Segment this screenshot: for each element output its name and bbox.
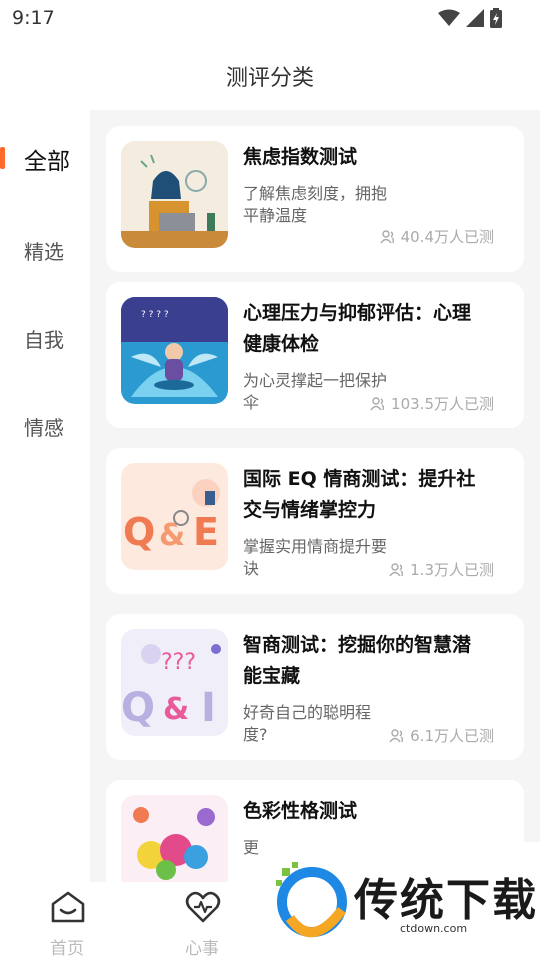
watermark-url: ctdown.com — [400, 922, 468, 935]
test-description: 了解焦虑刻度，拥抱 平静温度 — [243, 183, 418, 227]
test-card[interactable]: Q & E 国际 EQ 情商测试：提升社 交与情绪掌控力 掌握实用情商提升要 诀… — [106, 448, 524, 594]
participant-count: 1.3万人已测 — [389, 559, 494, 580]
users-icon — [389, 562, 404, 576]
heart-pulse-icon — [185, 891, 221, 923]
users-icon — [370, 396, 385, 410]
status-time: 9:17 — [12, 7, 55, 29]
test-thumbnail: ? ? ? ? — [121, 297, 228, 404]
test-description-line: 了解焦虑刻度，拥抱 — [243, 184, 388, 203]
test-title-line: 能宝藏 — [243, 665, 301, 687]
sidebar-item-label: 自我 — [24, 328, 64, 352]
test-title: 色彩性格测试 — [243, 800, 358, 822]
watermark: 传统下载 ctdown.com — [262, 842, 540, 960]
sidebar-item-emotion[interactable]: 情感 — [0, 396, 90, 456]
test-thumbnail: Q & E — [121, 463, 228, 570]
tab-home[interactable]: 首页 — [22, 882, 112, 960]
battery-icon — [490, 8, 502, 28]
sidebar-item-all[interactable]: 全部 — [0, 128, 90, 188]
svg-text:&: & — [159, 518, 185, 553]
sidebar-item-featured[interactable]: 精选 — [0, 220, 90, 280]
test-title: 智商测试：挖掘你的智慧潜 能宝藏 — [243, 630, 505, 692]
tab-mood[interactable]: 心事 — [157, 882, 247, 960]
svg-text:&: & — [163, 692, 189, 727]
svg-text:???: ??? — [161, 650, 196, 675]
users-icon — [389, 728, 404, 742]
test-description-line: 为心灵撑起一把保护 — [243, 371, 388, 390]
svg-text:I: I — [201, 685, 216, 731]
svg-text:Q: Q — [121, 685, 155, 731]
watermark-brand: 传统下载 — [354, 875, 538, 926]
sidebar-item-label: 精选 — [24, 240, 64, 264]
test-thumbnail — [121, 141, 228, 248]
test-thumbnail: ??? Q & I — [121, 629, 228, 736]
test-list[interactable]: 焦虑指数测试 了解焦虑刻度，拥抱 平静温度 40.4万人已测 ? ? ? ? 心… — [90, 110, 540, 882]
test-card[interactable]: 焦虑指数测试 了解焦虑刻度，拥抱 平静温度 40.4万人已测 — [106, 126, 524, 272]
test-title: 心理压力与抑郁评估：心理 健康体检 — [243, 298, 505, 360]
test-card[interactable]: ? ? ? ? 心理压力与抑郁评估：心理 健康体检 为心灵撑起一把保护 伞 10… — [106, 282, 524, 428]
test-title-line: 交与情绪掌控力 — [243, 499, 377, 521]
test-card[interactable]: ??? Q & I 智商测试：挖掘你的智慧潜 能宝藏 好奇自己的聪明程 度? 6… — [106, 614, 524, 760]
wifi-icon — [438, 9, 460, 26]
signal-icon — [466, 9, 484, 27]
status-bar: 9:17 — [0, 0, 540, 36]
test-title-line: 国际 EQ 情商测试：提升社 — [243, 468, 476, 490]
tab-label: 首页 — [50, 939, 84, 959]
tab-label: 心事 — [185, 939, 219, 959]
test-title-line: 心理压力与抑郁评估：心理 — [243, 302, 472, 324]
title-bar: 测评分类 — [0, 36, 540, 110]
test-title-line: 智商测试：挖掘你的智慧潜 — [243, 634, 472, 656]
home-icon — [51, 891, 85, 923]
status-icons — [438, 8, 502, 28]
svg-text:Q: Q — [123, 510, 155, 554]
users-icon — [380, 229, 394, 243]
active-indicator — [0, 147, 5, 169]
test-description-line: 好奇自己的聪明程 — [243, 703, 372, 722]
sidebar-item-label: 情感 — [24, 416, 64, 440]
test-thumbnail — [121, 795, 228, 882]
watermark-logo — [276, 862, 347, 938]
svg-text:E: E — [193, 510, 219, 554]
participant-count-text: 6.1万人已测 — [410, 727, 494, 745]
test-title-line: 健康体检 — [243, 333, 320, 355]
svg-text:? ? ? ?: ? ? ? ? — [141, 310, 169, 320]
category-sidebar: 全部 精选 自我 情感 — [0, 110, 90, 882]
participant-count-text: 103.5万人已测 — [391, 395, 494, 413]
participant-count: 6.1万人已测 — [389, 725, 494, 746]
test-title: 国际 EQ 情商测试：提升社 交与情绪掌控力 — [243, 464, 505, 526]
participant-count: 40.4万人已测 — [380, 226, 494, 247]
page-title: 测评分类 — [225, 66, 314, 91]
test-title: 焦虑指数测试 — [243, 146, 358, 168]
sidebar-item-self[interactable]: 自我 — [0, 308, 90, 368]
participant-count-text: 1.3万人已测 — [410, 561, 494, 579]
test-description-line: 掌握实用情商提升要 — [243, 537, 388, 556]
sidebar-item-label: 全部 — [24, 149, 70, 175]
test-description-line: 平静温度 — [243, 206, 308, 225]
participant-count: 103.5万人已测 — [370, 393, 494, 414]
participant-count-text: 40.4万人已测 — [400, 228, 494, 246]
